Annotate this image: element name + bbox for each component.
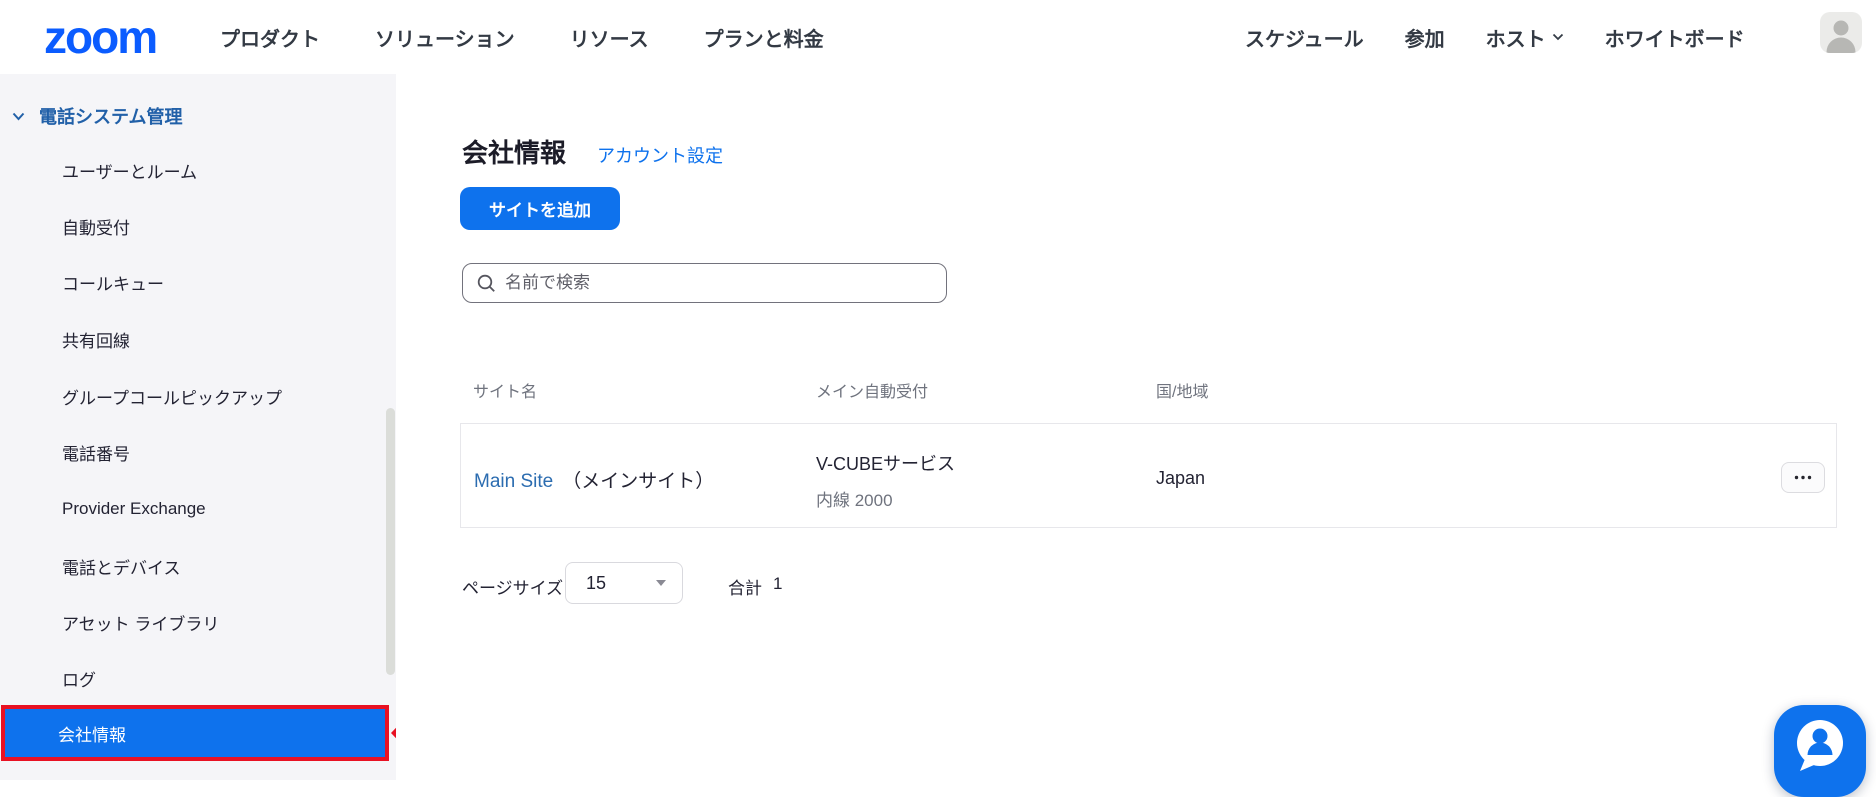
- sidebar-item-phones-devices[interactable]: 電話とデバイス: [0, 551, 385, 581]
- sidebar-item-group-call-pickup[interactable]: グループコールピックアップ: [0, 381, 385, 411]
- add-site-button[interactable]: サイトを追加: [460, 187, 620, 230]
- chevron-down-icon: [1552, 33, 1563, 41]
- nav-item-resources[interactable]: リソース: [570, 23, 649, 52]
- chat-fab-button[interactable]: [1774, 705, 1866, 797]
- sidebar-item-call-queue[interactable]: コールキュー: [0, 267, 385, 297]
- nav-right-group: スケジュール 参加 ホスト ホワイトボード: [1245, 0, 1745, 74]
- page-size-select[interactable]: 15: [565, 562, 683, 604]
- sidebar-section-label: 電話システム管理: [39, 107, 183, 127]
- sidebar-scrollbar[interactable]: [386, 408, 395, 675]
- sidebar-item-phone-number[interactable]: 電話番号: [0, 437, 385, 467]
- nav-item-join[interactable]: 参加: [1405, 23, 1445, 52]
- site-name-cell: Main Site （メインサイト）: [474, 466, 714, 493]
- page-title: 会社情報: [462, 138, 567, 168]
- top-nav: zoom プロダクト ソリューション リソース プランと料金 スケジュール 参加…: [0, 0, 1876, 74]
- sidebar: 電話システム管理 ユーザーとルーム 自動受付 コールキュー 共有回線 グループコ…: [0, 74, 446, 780]
- nav-item-products[interactable]: プロダクト: [220, 23, 320, 52]
- zoom-logo[interactable]: zoom: [44, 8, 158, 66]
- sidebar-item-provider-exchange[interactable]: Provider Exchange: [0, 494, 385, 524]
- row-actions-button[interactable]: [1781, 462, 1825, 493]
- nav-item-host-label: ホスト: [1485, 28, 1546, 51]
- account-settings-link[interactable]: アカウント設定: [597, 142, 723, 168]
- site-link[interactable]: Main Site: [474, 471, 553, 493]
- sidebar-section-phone-system[interactable]: 電話システム管理: [12, 101, 182, 131]
- search-box: [462, 263, 947, 303]
- nav-item-plans-pricing[interactable]: プランと料金: [704, 23, 824, 52]
- page-size-label: ページサイズ: [462, 579, 564, 598]
- sidebar-item-shared-line[interactable]: 共有回線: [0, 324, 385, 354]
- search-input[interactable]: [505, 273, 932, 293]
- page-size-value: 15: [586, 572, 607, 593]
- col-main-auto-reception: メイン自動受付: [816, 384, 929, 401]
- sidebar-item-company-info-label: 会社情報: [58, 725, 126, 745]
- chevron-down-icon: [12, 112, 25, 120]
- total-value: 1: [773, 574, 783, 593]
- nav-item-whiteboard[interactable]: ホワイトボード: [1605, 23, 1745, 52]
- sidebar-item-auto-reception[interactable]: 自動受付: [0, 211, 385, 241]
- nav-left-group: プロダクト ソリューション リソース プランと料金: [220, 0, 824, 74]
- main-content: 会社情報 アカウント設定 サイトを追加 サイト名 メイン自動受付 国/地域 Ma…: [396, 74, 1876, 780]
- sidebar-item-company-info-selected[interactable]: 会社情報: [1, 705, 389, 761]
- person-icon: [1826, 20, 1856, 53]
- sidebar-item-asset-library[interactable]: アセット ライブラリ: [0, 607, 385, 637]
- main-auto-reception-value: V-CUBEサービス: [816, 454, 956, 474]
- nav-item-schedule[interactable]: スケジュール: [1245, 23, 1364, 52]
- search-icon: [477, 274, 495, 292]
- total-count: 合計 1: [728, 574, 782, 599]
- col-site-name: サイト名: [473, 384, 538, 401]
- nav-item-solutions[interactable]: ソリューション: [375, 23, 515, 52]
- sidebar-item-users-rooms[interactable]: ユーザーとルーム: [0, 155, 385, 185]
- country-value: Japan: [1156, 468, 1206, 488]
- site-alias: （メインサイト）: [562, 471, 715, 492]
- sidebar-item-logs[interactable]: ログ: [0, 663, 385, 693]
- col-country-region: 国/地域: [1156, 384, 1209, 401]
- user-avatar[interactable]: [1820, 12, 1862, 53]
- caret-down-icon: [656, 580, 666, 586]
- nav-item-host[interactable]: ホスト: [1486, 23, 1564, 52]
- chat-bubble-icon: [1797, 720, 1843, 771]
- ellipsis-icon: [1794, 475, 1812, 480]
- extension-value: 内線 2000: [816, 491, 893, 510]
- total-label: 合計: [728, 579, 762, 598]
